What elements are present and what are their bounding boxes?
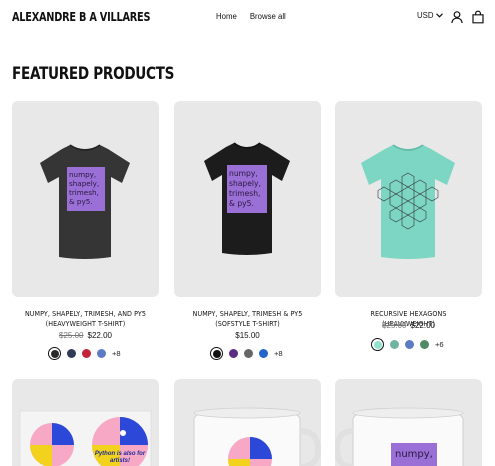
svg-text:shapely,: shapely, [229, 179, 261, 188]
sale-price: $15.00 [235, 331, 260, 340]
svg-text:trimesh,: trimesh, [229, 189, 260, 198]
svg-text:numpy,: numpy, [69, 170, 96, 179]
account-icon[interactable] [450, 10, 464, 24]
cart-icon[interactable] [471, 10, 485, 24]
svg-text:shapely,: shapely, [69, 179, 99, 188]
tshirt-image: numpy, shapely, trimesh, & py5. [204, 142, 290, 255]
product-image[interactable] [335, 101, 482, 297]
product-image[interactable]: numpy, [335, 379, 482, 466]
brand-logo[interactable]: ALEXANDRE B A VILLARES [12, 9, 150, 24]
tshirt-image [361, 144, 455, 259]
mug-text: numpy, [395, 449, 433, 460]
section-title: FEATURED PRODUCTS [12, 64, 175, 84]
color-swatch[interactable] [371, 338, 384, 351]
product-image[interactable]: numpy, shapely, trimesh, & py5. [12, 101, 159, 297]
color-swatch[interactable] [405, 340, 414, 349]
original-price: $25.00 [59, 331, 84, 340]
svg-text:& py5.: & py5. [229, 199, 254, 208]
product-price: $15.00 [174, 331, 321, 340]
original-price: $25.00 [382, 321, 407, 330]
product-title[interactable]: NUMPY, SHAPELY, TRIMESH, AND PY5 (HEAVYW… [22, 309, 148, 329]
color-swatch[interactable] [210, 347, 223, 360]
currency-selector[interactable]: USD [417, 11, 444, 20]
color-swatch[interactable] [48, 347, 61, 360]
svg-text:& py5.: & py5. [69, 197, 93, 206]
svg-text:trimesh,: trimesh, [69, 188, 99, 197]
sale-price: $22.00 [410, 321, 435, 330]
product-title[interactable]: NUMPY, SHAPELY, TRIMESH & PY5 (SOFSTYLE … [184, 309, 310, 329]
color-swatch[interactable] [390, 340, 399, 349]
site-header: ALEXANDRE B A VILLARES Home Browse all U… [0, 0, 495, 36]
more-colors-count[interactable]: +6 [435, 340, 444, 349]
svg-text:numpy,: numpy, [229, 169, 258, 178]
product-price: $25.00 $22.00 [335, 321, 482, 330]
currency-label: USD [417, 11, 434, 20]
mug-image [193, 407, 321, 466]
color-swatches: +8 [210, 347, 283, 360]
more-colors-count[interactable]: +8 [112, 349, 121, 358]
product-price: $25.00 $22.00 [12, 331, 159, 340]
main-nav: Home Browse all [216, 12, 286, 21]
chevron-down-icon [436, 13, 444, 18]
color-swatch[interactable] [259, 349, 268, 358]
tshirt-image: numpy, shapely, trimesh, & py5. [40, 144, 130, 259]
sale-price: $22.00 [87, 331, 112, 340]
color-swatches: +6 [371, 338, 444, 351]
color-swatches: +8 [48, 347, 121, 360]
product-image[interactable] [174, 379, 321, 466]
color-swatch[interactable] [97, 349, 106, 358]
sticker-text: Python is also for artists! [94, 451, 146, 464]
color-swatch[interactable] [82, 349, 91, 358]
more-colors-count[interactable]: +8 [274, 349, 283, 358]
nav-home[interactable]: Home [216, 12, 237, 21]
nav-browse-all[interactable]: Browse all [250, 12, 286, 21]
product-image[interactable]: Python is also for artists! [12, 379, 159, 466]
product-image[interactable]: numpy, shapely, trimesh, & py5. [174, 101, 321, 297]
color-swatch[interactable] [229, 349, 238, 358]
color-swatch[interactable] [67, 349, 76, 358]
color-swatch[interactable] [420, 340, 429, 349]
color-swatch[interactable] [244, 349, 253, 358]
